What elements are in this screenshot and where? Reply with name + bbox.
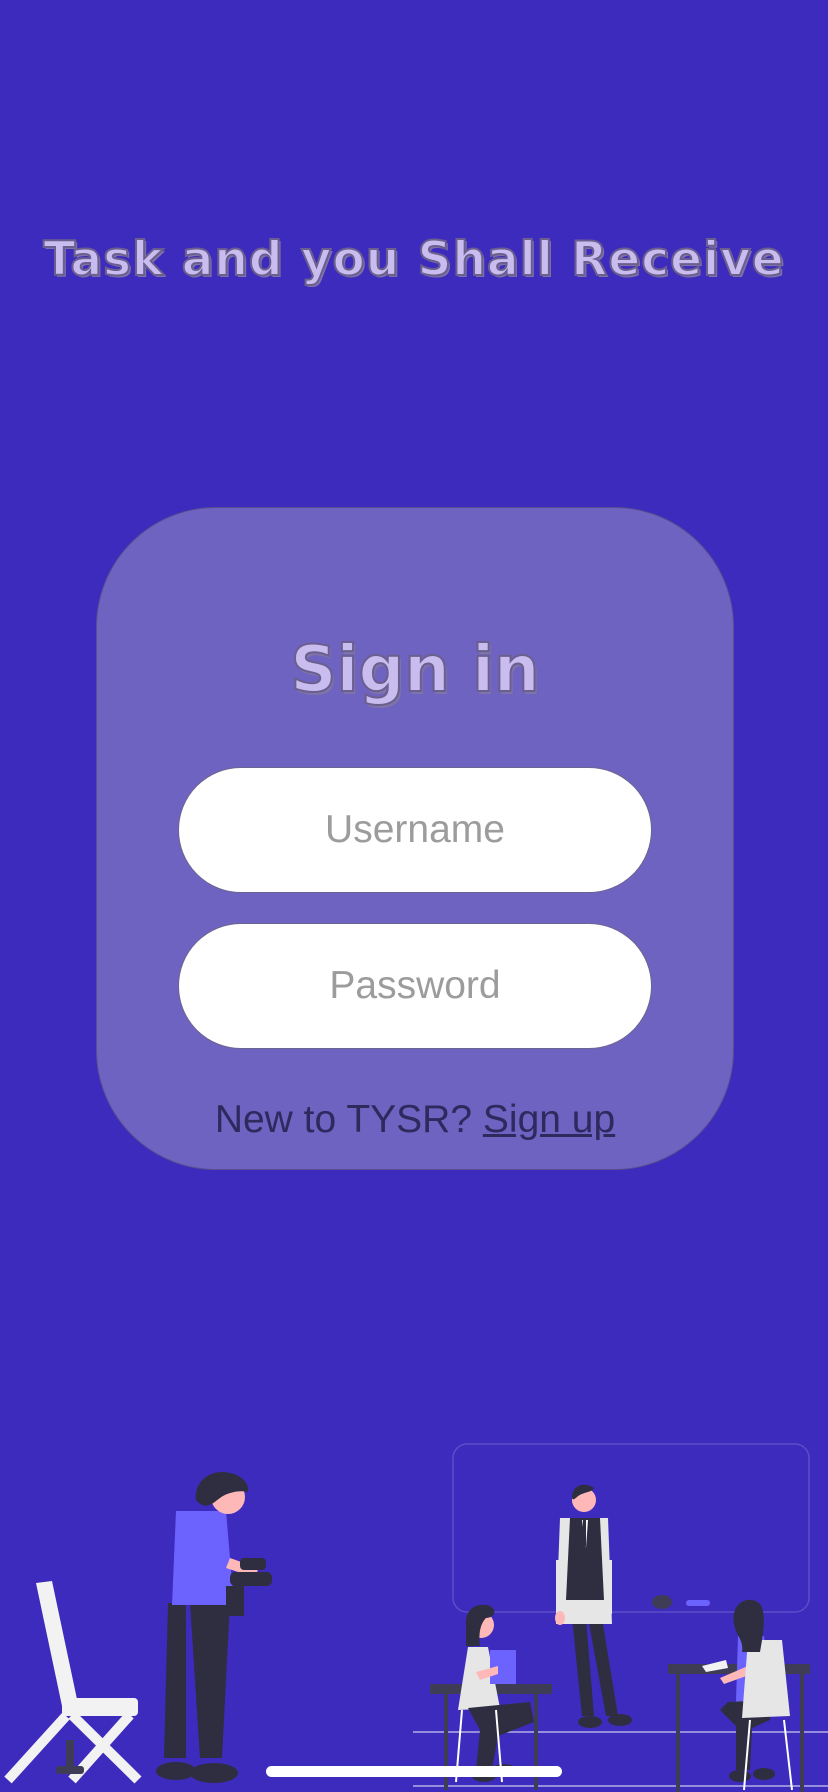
password-input[interactable]: [178, 923, 652, 1049]
sign-in-card: Sign in New to TYSR? Sign up: [96, 507, 734, 1170]
sign-in-heading: Sign in: [289, 632, 540, 708]
team-illustration: [4, 1443, 828, 1792]
home-indicator: [266, 1766, 562, 1777]
person-standing-camera: [156, 1472, 272, 1783]
app-title: Task and you Shall Receive: [42, 231, 785, 288]
new-user-text: New to TYSR?: [214, 1098, 473, 1141]
signup-link[interactable]: Sign up: [483, 1098, 615, 1141]
signup-prompt: New to TYSR? Sign up: [97, 1098, 733, 1142]
username-input[interactable]: [178, 767, 652, 893]
person-right-table: [668, 1599, 810, 1792]
person-standing-vest: [555, 1484, 632, 1728]
person-seated-tablet: [430, 1604, 552, 1790]
chair-left: [4, 1581, 142, 1784]
